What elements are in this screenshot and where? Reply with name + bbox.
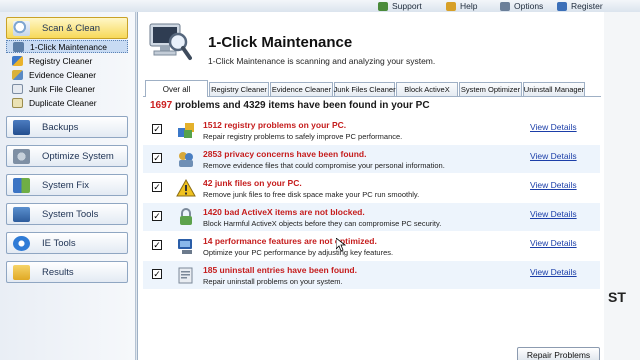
summary-message: problems and 4329 items have been found … [175,100,430,111]
computer-magnifier-icon [149,23,192,60]
result-row-performance: ✓ 14 performance features are not optimi… [152,236,577,257]
result-checkbox[interactable]: ✓ [152,240,162,250]
page-subtitle: 1-Click Maintenance is scanning and anal… [208,56,436,66]
duplicate-icon [12,97,23,108]
view-details-link[interactable]: View Details [530,151,577,161]
tab-evidence-cleaner[interactable]: Evidence Cleaner [270,82,333,96]
options-icon [500,1,510,11]
view-details-link[interactable]: View Details [530,267,577,277]
result-row-registry: ✓ 1512 registry problems on your PC. Rep… [152,120,577,141]
view-details-link[interactable]: View Details [530,209,577,219]
result-row-privacy: ✓ 2853 privacy concerns have been found.… [143,145,600,173]
category-optimize-system[interactable]: Optimize System [6,145,128,167]
performance-icon [178,239,192,254]
magnifier-icon [13,20,30,36]
evidence-icon [12,69,23,80]
top-menu-bar [0,0,640,12]
result-checkbox[interactable]: ✓ [152,124,162,134]
tab-over-all[interactable]: Over all [145,80,208,97]
tab-divider [143,96,601,97]
problem-count: 1697 [150,100,173,111]
junk-icon [12,83,23,94]
result-checkbox[interactable]: ✓ [152,153,162,163]
registry-icon [12,55,23,66]
help-menu-item[interactable]: Help [446,0,477,12]
view-details-link[interactable]: View Details [530,180,577,190]
result-row-junk: ✓ 42 junk files on your PC. Remove junk … [152,178,577,199]
options-menu-item[interactable]: Options [500,0,543,12]
registry-result-icon [178,123,194,138]
right-gutter [604,12,640,360]
activex-lock-icon [180,208,192,225]
help-icon [446,1,456,11]
maintenance-icon [13,41,24,52]
support-icon [378,1,388,11]
sidebar-item-junk-file-cleaner[interactable]: Junk File Cleaner [6,82,128,95]
sidebar-item-evidence-cleaner[interactable]: Evidence Cleaner [6,68,128,81]
optimize-icon [13,148,30,164]
result-row-activex: ✓ 1420 bad ActiveX items are not blocked… [143,203,600,231]
warning-icon [176,178,196,197]
category-backups[interactable]: Backups [6,116,128,138]
category-system-tools[interactable]: System Tools [6,203,128,225]
result-checkbox[interactable]: ✓ [152,269,162,279]
result-row-uninstall: ✓ 185 uninstall entries have been found.… [143,261,600,289]
result-checkbox[interactable]: ✓ [152,211,162,221]
overlay-text: ST [608,289,626,305]
page-title: 1-Click Maintenance [208,34,353,51]
category-system-fix[interactable]: System Fix [6,174,128,196]
sidebar-item-duplicate-cleaner[interactable]: Duplicate Cleaner [6,96,128,109]
results-folder-icon [13,264,30,280]
view-details-link[interactable]: View Details [530,122,577,132]
category-scan-clean[interactable]: Scan & Clean [6,17,128,39]
ie-icon [13,235,30,251]
tab-registry-cleaner[interactable]: Registry Cleaner [209,82,269,96]
system-fix-icon [13,177,30,193]
view-details-link[interactable]: View Details [530,238,577,248]
tab-junk-files-cleaner[interactable]: Junk Files Cleaner [333,82,396,96]
sidebar-item-registry-cleaner[interactable]: Registry Cleaner [6,54,128,67]
repair-problems-button[interactable]: Repair Problems [517,347,600,360]
category-ie-tools[interactable]: IE Tools [6,232,128,254]
mouse-cursor-icon [336,238,346,252]
category-results[interactable]: Results [6,261,128,283]
backups-icon [13,119,30,135]
result-checkbox[interactable]: ✓ [152,182,162,192]
tools-icon [13,206,30,222]
support-menu-item[interactable]: Support [378,0,422,12]
sidebar-item-1-click-maintenance[interactable]: 1-Click Maintenance [6,40,128,53]
tab-block-activex[interactable]: Block ActiveX [396,82,458,96]
summary-text: 1697 problems and 4329 items have been f… [150,100,430,111]
privacy-icon [179,152,193,167]
register-menu-item[interactable]: Register [557,0,603,12]
tab-system-optimizer[interactable]: System Optimizer [459,82,522,96]
uninstall-icon [178,267,193,284]
register-icon [557,1,567,11]
tab-uninstall-manager[interactable]: Uninstall Manager [523,82,585,96]
